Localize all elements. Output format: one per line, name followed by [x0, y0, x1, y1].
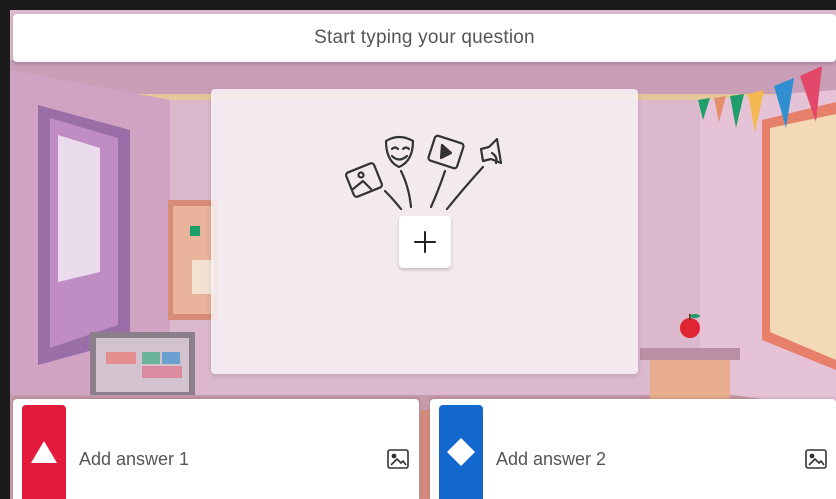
plus-icon	[414, 231, 436, 253]
answer-card-1[interactable]: Add answer 1	[13, 399, 419, 499]
image-icon[interactable]	[386, 447, 410, 471]
add-media-button[interactable]	[399, 216, 451, 268]
answer-1-placeholder[interactable]: Add answer 1	[79, 449, 189, 470]
answer-card-2[interactable]: Add answer 2	[430, 399, 836, 499]
media-upload-panel[interactable]	[211, 89, 638, 374]
media-types-illustration	[345, 134, 503, 211]
answer-2-color-block	[439, 405, 483, 499]
answer-1-color-block	[22, 405, 66, 499]
answer-2-placeholder[interactable]: Add answer 2	[496, 449, 606, 470]
sound-icon	[479, 137, 503, 165]
question-placeholder-text: Start typing your question	[314, 27, 535, 48]
video-icon	[427, 134, 465, 170]
triangle-icon	[31, 441, 57, 463]
image-icon	[345, 162, 383, 198]
question-title-input[interactable]: Start typing your question	[13, 14, 836, 62]
mask-icon	[384, 135, 415, 169]
image-icon[interactable]	[804, 447, 828, 471]
diamond-icon	[447, 438, 475, 466]
